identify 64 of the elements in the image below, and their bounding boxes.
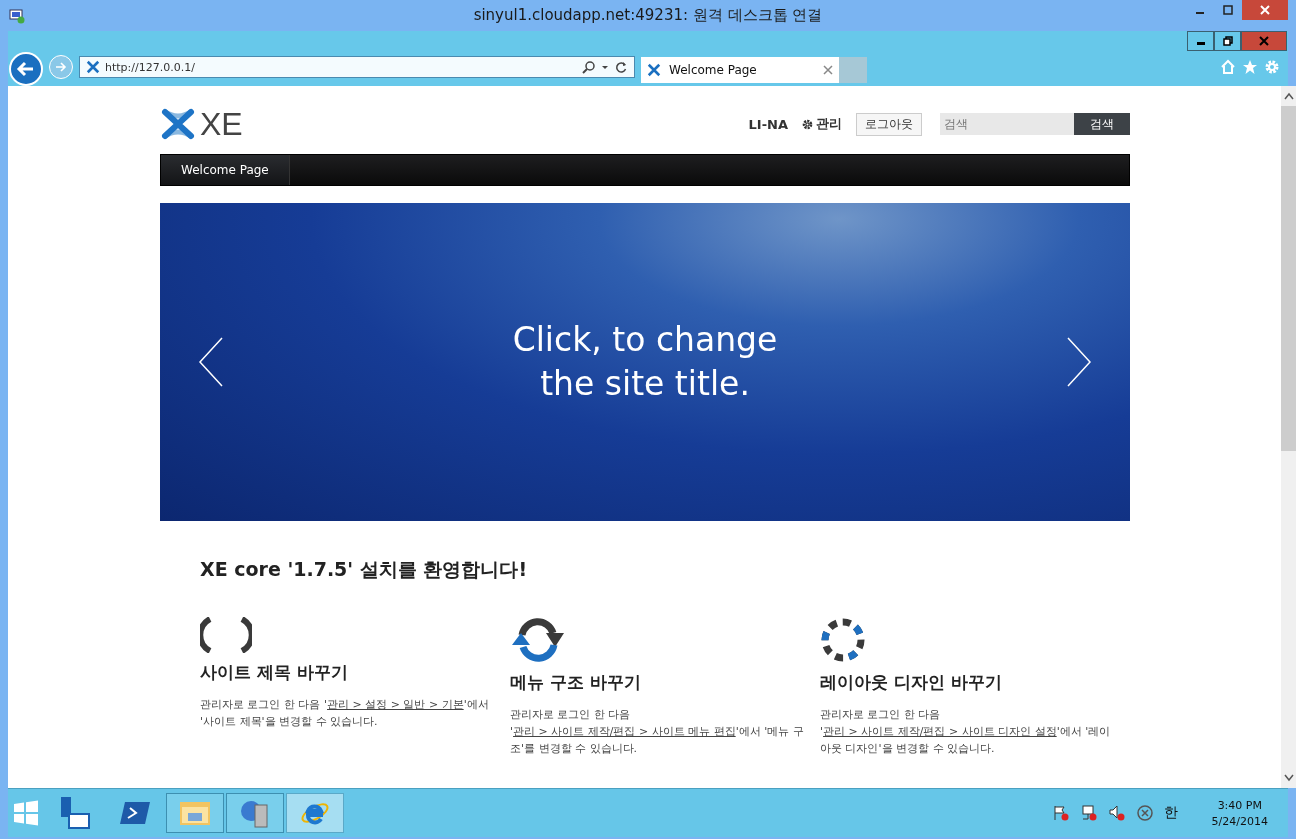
settings-path-link[interactable]: 관리 > 사이트 제작/편집 > 사이트 메뉴 편집	[513, 725, 736, 738]
input-method-indicator[interactable]: 한	[1163, 804, 1178, 822]
taskbar-button[interactable]	[286, 793, 344, 833]
tab-label: Welcome Page	[669, 63, 758, 77]
address-bar[interactable]: http://127.0.0.1/	[79, 56, 635, 78]
chevron-left-icon[interactable]	[198, 337, 224, 387]
brackets-icon	[200, 617, 252, 653]
browser-tab[interactable]: Welcome Page	[641, 57, 839, 83]
maximize-icon	[1222, 5, 1233, 15]
minimize-button[interactable]	[1187, 31, 1214, 51]
site-title[interactable]: Click, to change the site title.	[512, 318, 778, 406]
folder-icon	[179, 799, 211, 827]
close-icon	[1259, 36, 1269, 46]
chevron-down-icon[interactable]	[1283, 774, 1294, 782]
feature-description: 관리자로 로그인 한 다음 '관리 > 사이트 제작/편집 > 사이트 디자인 설정'에서 '레이아웃 디자인'을 변경할 수 있습니다.	[820, 707, 1112, 757]
feature-title: 사이트 제목 바꾸기	[200, 661, 348, 684]
minimize-icon	[1195, 12, 1204, 14]
star-icon[interactable]	[1242, 59, 1258, 75]
close-button[interactable]	[1241, 31, 1287, 51]
feature-description: 관리자로 로그인 한 다음 '관리 > 설정 > 일반 > 기본'에서 '사이트 제목'을 변경할 수 있습니다.	[200, 697, 490, 730]
settings-path-link[interactable]: 관리 > 사이트 제작/편집 > 사이트 디자인 설정	[823, 725, 1057, 738]
close-button[interactable]	[1242, 0, 1288, 20]
restore-icon	[1222, 36, 1233, 46]
menu-item[interactable]: Welcome Page	[161, 155, 290, 185]
clock-time[interactable]: 3:40 PM	[1217, 798, 1262, 812]
url-text: http://127.0.0.1/	[105, 60, 196, 74]
xe-logo-icon	[647, 63, 661, 77]
scrollbar[interactable]	[1281, 86, 1296, 788]
back-button[interactable]	[9, 52, 43, 86]
site-logo[interactable]: XE	[200, 105, 243, 143]
xe-logo-icon	[160, 107, 196, 141]
flag-icon[interactable]	[1052, 805, 1069, 821]
dashed-circle-icon	[820, 617, 866, 663]
search-field[interactable]: 검색	[940, 113, 1074, 135]
logout-button[interactable]: 로그아웃	[856, 112, 922, 136]
taskbar-button[interactable]	[166, 793, 224, 833]
user-name[interactable]: LI-NA	[748, 116, 788, 132]
search-button[interactable]: 검색	[1074, 113, 1130, 135]
close-icon	[1260, 5, 1270, 15]
speaker-icon[interactable]	[1108, 805, 1125, 821]
chevron-up-icon[interactable]	[1283, 92, 1294, 100]
chevron-right-icon[interactable]	[1066, 337, 1092, 387]
refresh-icon	[510, 617, 566, 663]
xe-logo-icon	[86, 60, 100, 74]
search-icon[interactable]	[582, 60, 596, 74]
settings-icon	[802, 118, 813, 130]
window-title: sinyul1.cloudapp.net:49231: 원격 데스크톱 연결	[472, 6, 824, 25]
arrow-right-icon	[54, 60, 68, 74]
feature-title: 메뉴 구조 바꾸기	[510, 671, 641, 694]
monitor-icon	[9, 7, 25, 24]
refresh-icon[interactable]	[614, 60, 628, 74]
feature-title: 레이아웃 디자인 바꾸기	[820, 671, 1002, 694]
welcome-heading: XE core '1.7.5' 설치를 환영합니다!	[200, 557, 529, 582]
network-icon[interactable]	[1080, 805, 1097, 821]
close-circle-icon[interactable]	[1136, 805, 1153, 821]
server-toolbox-icon	[59, 796, 91, 830]
close-icon[interactable]	[823, 65, 833, 75]
settings-path-link[interactable]: 관리 > 설정 > 일반 > 기본	[327, 698, 464, 711]
minimize-icon	[1196, 42, 1205, 45]
clock-date[interactable]: 5/24/2014	[1211, 814, 1268, 828]
feature-description: 관리자로 로그인 한 다음 '관리 > 사이트 제작/편집 > 사이트 메뉴 편집'에서 '메뉴 구조'를 변경할 수 있습니다.	[510, 707, 805, 757]
terminal-prompt-icon	[119, 800, 151, 826]
admin-link[interactable]: 관리	[816, 115, 842, 133]
restore-button[interactable]	[1214, 31, 1241, 51]
